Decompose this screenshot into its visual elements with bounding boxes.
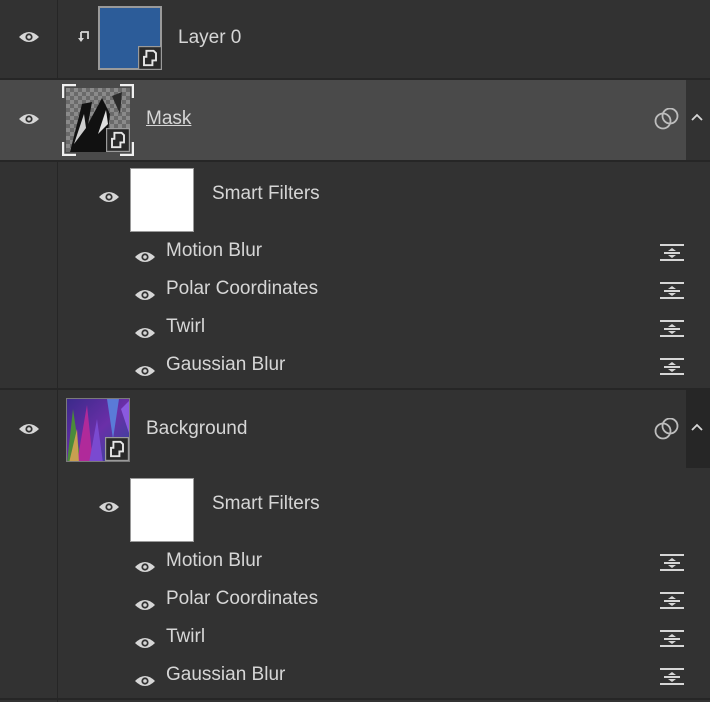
eye-icon[interactable] xyxy=(134,364,156,378)
eye-icon[interactable] xyxy=(134,598,156,612)
filter-blending-options-icon[interactable] xyxy=(660,242,684,262)
eye-icon[interactable] xyxy=(98,500,120,514)
smart-object-badge-icon xyxy=(105,437,129,461)
eye-icon[interactable] xyxy=(18,30,40,44)
eye-icon[interactable] xyxy=(18,112,40,126)
filter-name[interactable]: Gaussian Blur xyxy=(166,354,285,376)
filter-row[interactable]: Gaussian Blur xyxy=(0,662,710,698)
filter-row[interactable]: Twirl xyxy=(0,314,710,352)
filter-blending-options-icon[interactable] xyxy=(660,318,684,338)
layer-thumbnail[interactable] xyxy=(98,6,162,70)
layer-name[interactable]: Background xyxy=(146,418,247,440)
filter-blending-options-icon[interactable] xyxy=(660,590,684,610)
eye-icon[interactable] xyxy=(134,250,156,264)
eye-icon[interactable] xyxy=(18,422,40,436)
filter-name[interactable]: Twirl xyxy=(166,316,205,338)
layers-panel: Layer 0 Mask Smart Filters Motion Blur P… xyxy=(0,0,710,702)
eye-icon[interactable] xyxy=(134,674,156,688)
filter-name[interactable]: Motion Blur xyxy=(166,240,262,262)
smart-object-badge-icon xyxy=(138,46,162,70)
filter-blending-options-icon[interactable] xyxy=(660,628,684,648)
filter-row[interactable]: Motion Blur xyxy=(0,548,710,586)
filter-name[interactable]: Motion Blur xyxy=(166,550,262,572)
filter-row[interactable]: Gaussian Blur xyxy=(0,352,710,390)
filter-blending-options-icon[interactable] xyxy=(660,356,684,376)
filter-row[interactable]: Twirl xyxy=(0,624,710,662)
smart-filters-group: Smart Filters Motion Blur Polar Coordina… xyxy=(0,472,710,698)
filter-row[interactable]: Polar Coordinates xyxy=(0,276,710,314)
eye-icon[interactable] xyxy=(134,288,156,302)
filter-row[interactable]: Polar Coordinates xyxy=(0,586,710,624)
layer-name[interactable]: Mask xyxy=(146,108,191,130)
filter-name[interactable]: Polar Coordinates xyxy=(166,588,318,610)
chevron-up-icon[interactable] xyxy=(690,112,704,122)
smart-filters-group: Smart Filters Motion Blur Polar Coordina… xyxy=(0,162,710,388)
filter-blending-options-icon[interactable] xyxy=(660,280,684,300)
clipping-arrow-icon xyxy=(78,31,89,42)
chevron-up-icon[interactable] xyxy=(690,422,704,432)
filter-name[interactable]: Polar Coordinates xyxy=(166,278,318,300)
filter-blending-options-icon[interactable] xyxy=(660,666,684,686)
layer-thumbnail[interactable] xyxy=(66,398,130,462)
smart-filters-mask-thumbnail[interactable] xyxy=(130,478,194,542)
layer-thumbnail[interactable] xyxy=(62,84,134,156)
smart-filters-label[interactable]: Smart Filters xyxy=(212,493,320,515)
link-circles-icon[interactable] xyxy=(654,108,680,130)
filter-blending-options-icon[interactable] xyxy=(660,552,684,572)
filter-name[interactable]: Twirl xyxy=(166,626,205,648)
layer-row-layer-0[interactable]: Layer 0 xyxy=(0,0,710,78)
smart-filters-label[interactable]: Smart Filters xyxy=(212,183,320,205)
filter-name[interactable]: Gaussian Blur xyxy=(166,664,285,686)
eye-icon[interactable] xyxy=(134,560,156,574)
filter-row[interactable]: Motion Blur xyxy=(0,238,710,276)
layer-row-background[interactable]: Background xyxy=(0,390,710,470)
smart-filters-mask-thumbnail[interactable] xyxy=(130,168,194,232)
layer-row-mask[interactable]: Mask xyxy=(0,80,686,160)
eye-icon[interactable] xyxy=(134,326,156,340)
eye-icon[interactable] xyxy=(134,636,156,650)
smart-object-badge-icon xyxy=(106,128,130,152)
eye-icon[interactable] xyxy=(98,190,120,204)
layer-name[interactable]: Layer 0 xyxy=(178,27,241,49)
link-circles-icon[interactable] xyxy=(654,418,680,440)
